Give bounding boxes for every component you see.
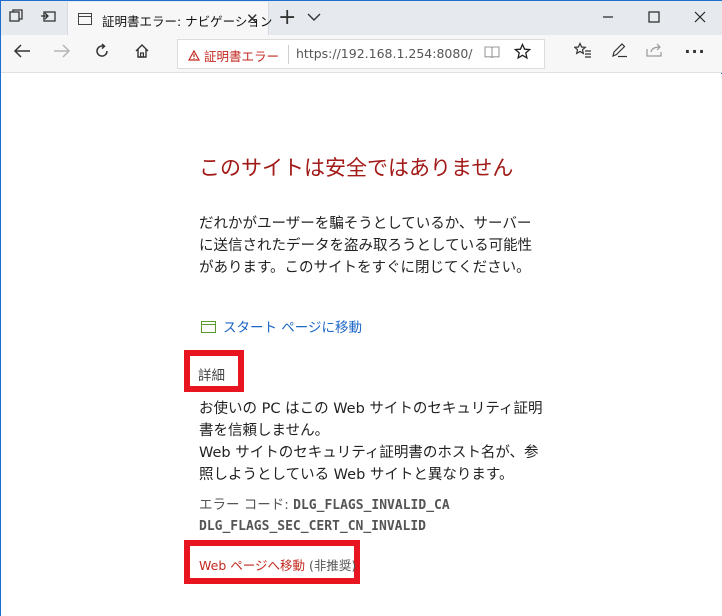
home-button[interactable]	[129, 41, 155, 67]
address-bar[interactable]: 証明書エラー https://192.168.1.254:8080/	[177, 39, 545, 69]
browser-window: 証明書エラー: ナビゲーション ✕ + 証明書エラー https://192.1…	[0, 0, 722, 616]
error-code-1: DLG_FLAGS_INVALID_CA	[293, 498, 450, 513]
warning-description: だれかがユーザーを騙そうとしているか、サーバーに送信されたデータを盗み取ろうとし…	[199, 216, 533, 276]
page-icon	[201, 321, 216, 333]
details-line-2: Web サイトのセキュリティ証明書のホスト名が、参照しようとしている Web サ…	[199, 445, 539, 483]
address-divider	[288, 45, 289, 64]
book-icon[interactable]	[484, 45, 500, 63]
page-title: このサイトは安全ではありません	[199, 156, 514, 180]
browser-toolbar: 証明書エラー https://192.168.1.254:8080/ ···	[1, 35, 722, 73]
new-tab-button[interactable]: +	[278, 5, 296, 31]
proceed-to-webpage-link[interactable]: Web ページへ移動	[199, 558, 305, 573]
url-text[interactable]: https://192.168.1.254:8080/	[296, 46, 473, 61]
back-button[interactable]	[9, 41, 35, 67]
proceed-link-row: Web ページへ移動 (非推奨)	[199, 555, 356, 574]
pen-icon[interactable]	[607, 42, 631, 62]
details-text: お使いの PC はこの Web サイトのセキュリティ証明書を信頼しません。 We…	[199, 398, 549, 486]
title-bar: 証明書エラー: ナビゲーション ✕ +	[1, 0, 722, 36]
chevron-down-icon[interactable]	[307, 7, 321, 29]
tab-groups-icon[interactable]	[7, 9, 25, 27]
forward-button[interactable]	[49, 41, 75, 67]
window-close-button[interactable]	[677, 5, 722, 31]
more-icon[interactable]: ···	[683, 42, 707, 61]
error-code-2: DLG_FLAGS_SEC_CERT_CN_INVALID	[199, 519, 426, 534]
start-page-link[interactable]: スタート ページに移動	[201, 316, 362, 336]
star-list-icon[interactable]	[571, 42, 595, 62]
error-code-label: エラー コード:	[199, 497, 289, 513]
tab-active[interactable]: 証明書エラー: ナビゲーション ✕	[67, 2, 272, 36]
page-icon	[78, 13, 92, 25]
error-code-block: エラー コード: DLG_FLAGS_INVALID_CA DLG_FLAGS_…	[199, 495, 450, 537]
minimize-button[interactable]	[585, 5, 631, 31]
star-icon[interactable]	[513, 42, 532, 65]
cert-error-indicator[interactable]: 証明書エラー	[187, 46, 280, 65]
details-toggle[interactable]: 詳細	[198, 364, 225, 384]
not-recommended-note: (非推奨)	[308, 558, 357, 573]
page-content: このサイトは安全ではありません だれかがユーザーを騙そうとしているか、サーバーに…	[1, 74, 722, 616]
details-line-1: お使いの PC はこの Web サイトのセキュリティ証明書を信頼しません。	[199, 401, 543, 439]
maximize-button[interactable]	[631, 5, 677, 31]
tab-previews-icon[interactable]	[39, 9, 57, 27]
tab-close-icon[interactable]: ✕	[246, 10, 259, 28]
warning-triangle-icon	[187, 49, 201, 64]
share-icon[interactable]	[643, 42, 667, 62]
refresh-button[interactable]	[89, 41, 115, 67]
start-page-link-label: スタート ページに移動	[223, 320, 363, 336]
cert-error-label: 証明書エラー	[204, 49, 280, 64]
